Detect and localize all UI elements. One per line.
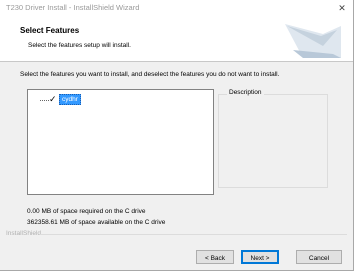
wizard-header: Select Features Select the features setu… [0,16,353,62]
window-title: T230 Driver Install - InstallShield Wiza… [6,3,140,12]
tree-connector [40,100,49,101]
close-button[interactable]: ✕ [331,0,353,16]
footer-divider [40,234,347,235]
space-required-text: 0.00 MB of space required on the C drive [27,208,146,215]
description-label: Description [227,89,264,96]
installshield-banner-graphic-icon [285,24,341,58]
back-button[interactable]: < Back [196,250,234,264]
page-subtitle: Select the features setup will install. [28,42,131,49]
cancel-button[interactable]: Cancel [296,250,342,264]
installer-window: T230 Driver Install - InstallShield Wiza… [0,0,354,271]
page-title: Select Features [20,26,80,35]
space-available-text: 362358.61 MB of space available on the C… [27,219,166,226]
feature-checkbox[interactable]: ✓ [49,95,57,104]
title-bar: T230 Driver Install - InstallShield Wiza… [0,0,353,16]
instructions-text: Select the features you want to install,… [20,71,280,78]
description-group [218,94,328,188]
feature-label[interactable]: cydhr [59,94,81,105]
next-button[interactable]: Next > [241,250,279,264]
feature-tree[interactable]: ✓ cydhr [27,89,214,195]
installshield-brand: InstallShield [6,230,42,237]
